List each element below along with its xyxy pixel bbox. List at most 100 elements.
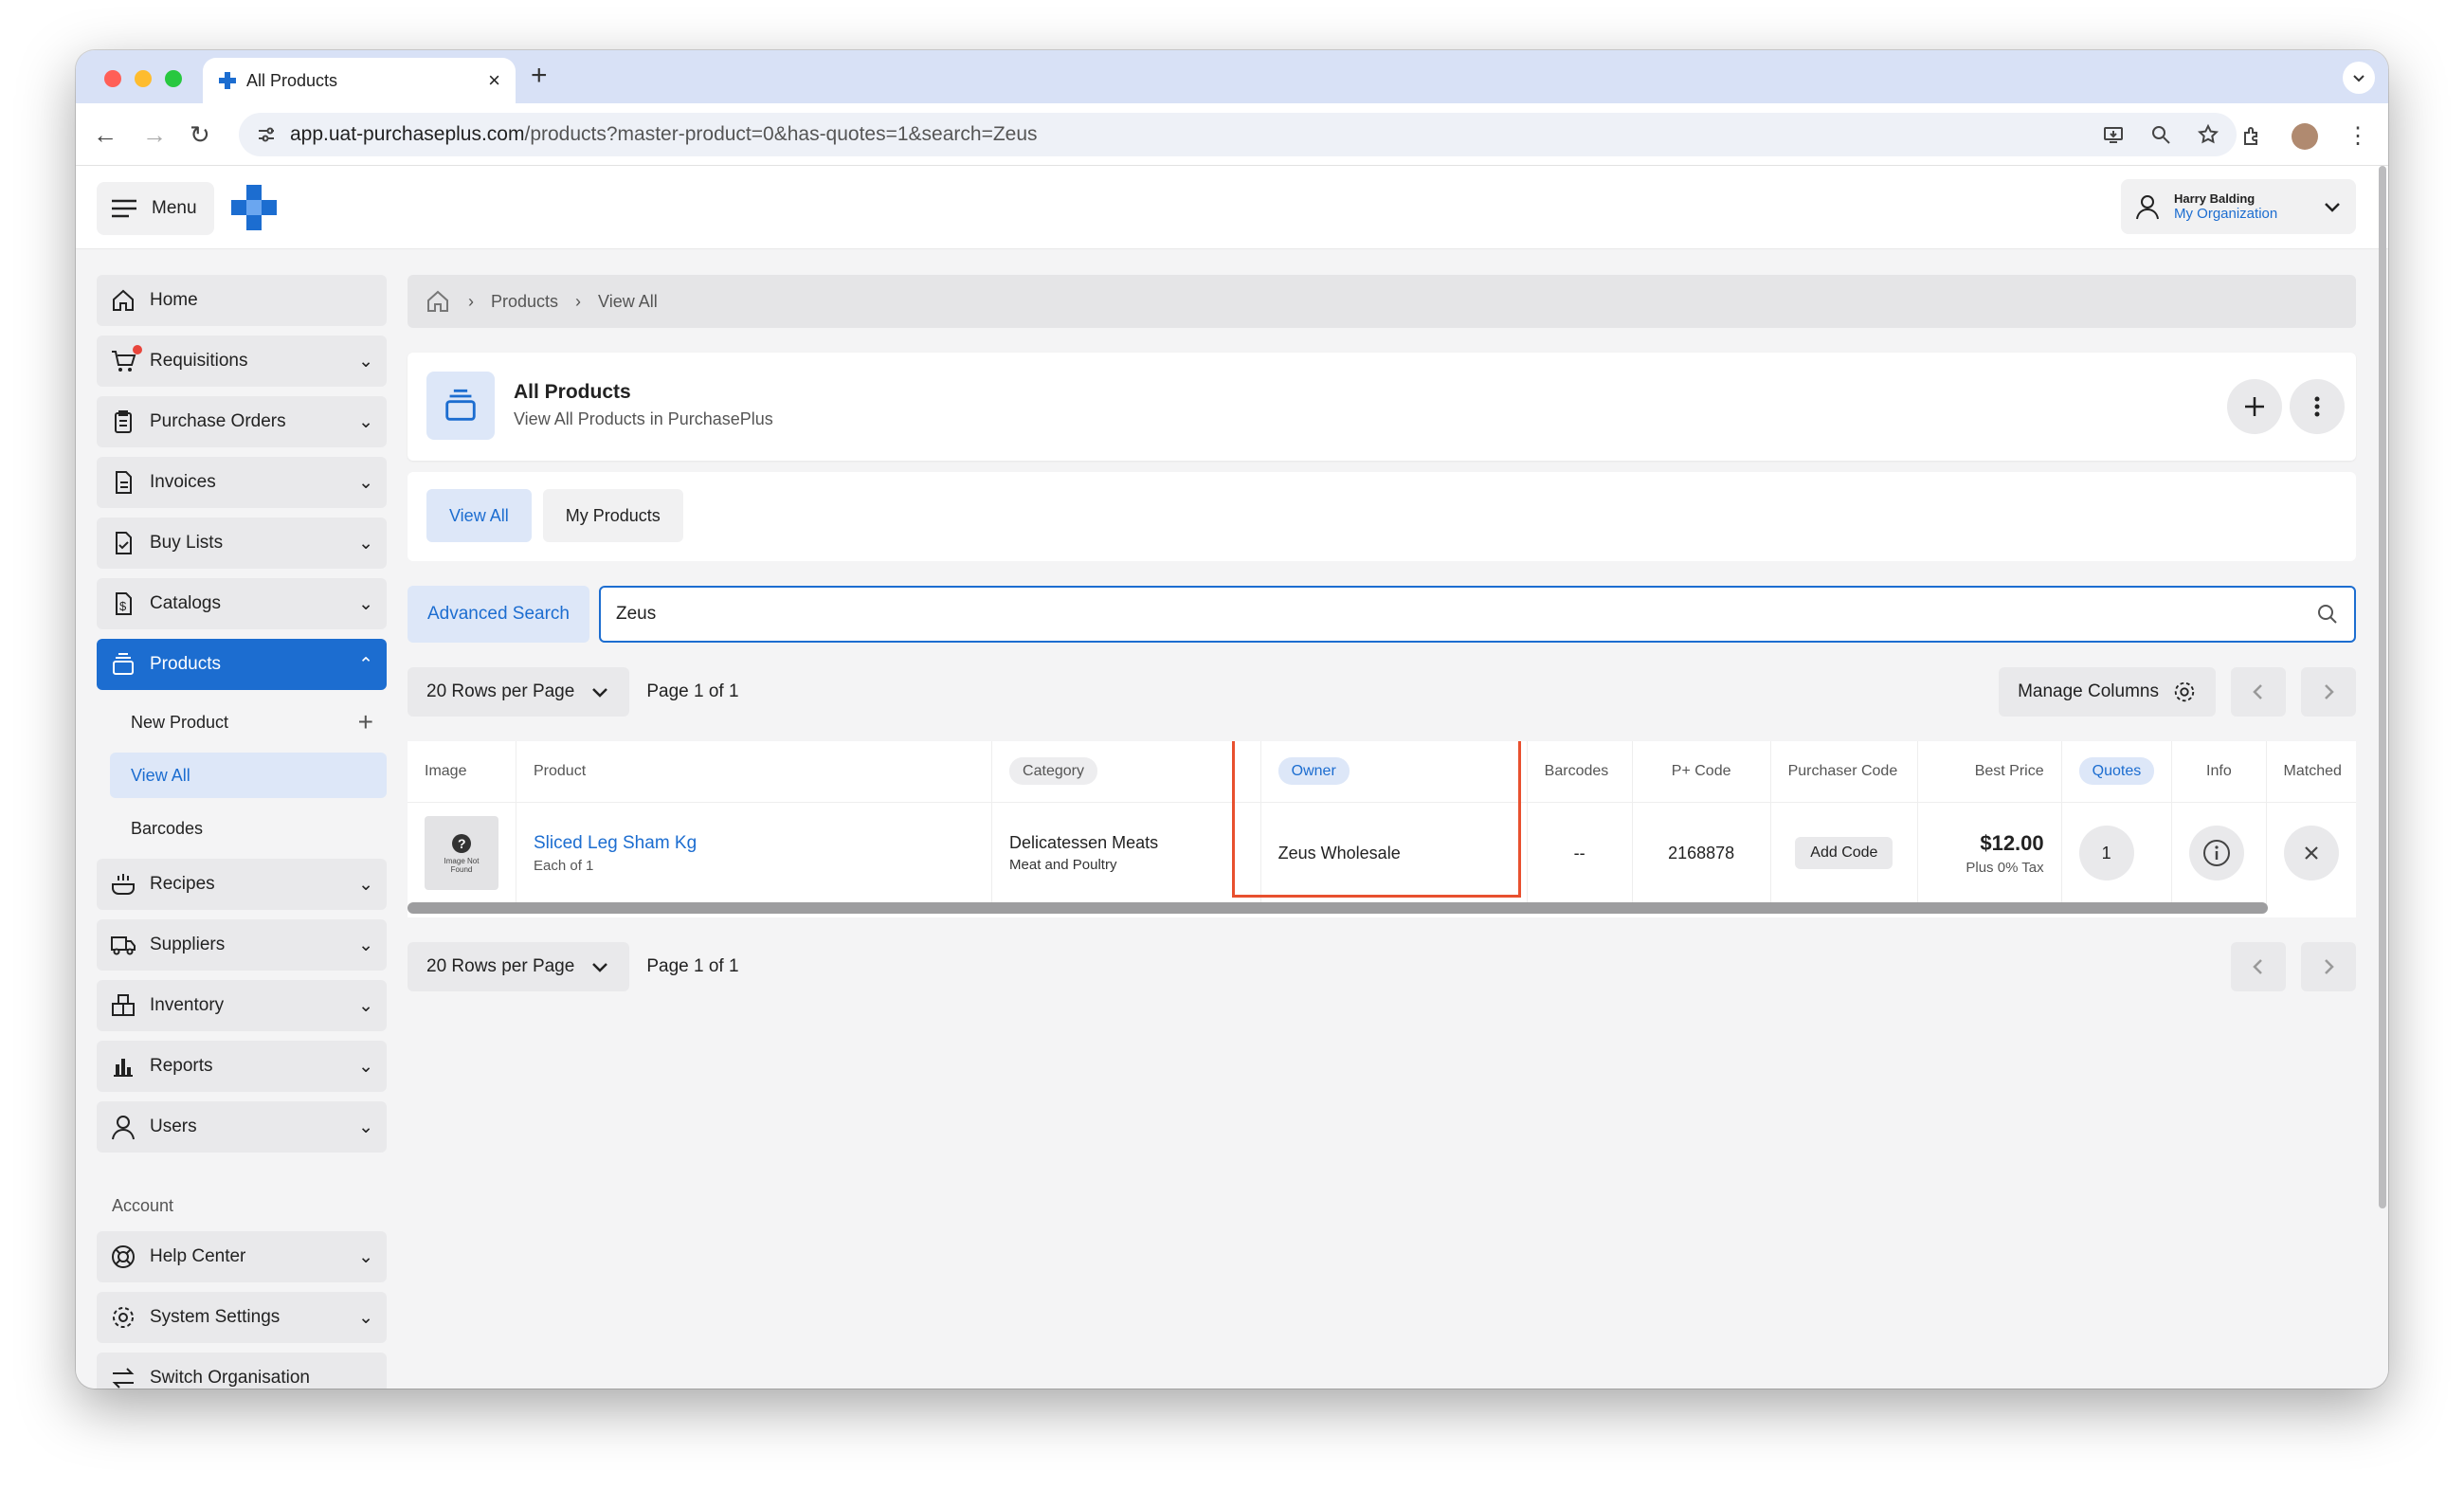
column-header-image[interactable]: Image: [408, 741, 516, 803]
purchaser-code-cell: Add Code: [1770, 802, 1919, 904]
page-subtitle: View All Products in PurchasePlus: [514, 409, 773, 428]
breadcrumb-separator-icon: ›: [575, 291, 582, 311]
product-name-link[interactable]: Sliced Leg Sham Kg: [534, 833, 974, 854]
user-menu-button[interactable]: Harry Balding My Organization: [2121, 179, 2356, 234]
previous-page-button[interactable]: [2231, 667, 2286, 717]
sidebar-subitem-barcodes[interactable]: Barcodes: [97, 806, 387, 851]
browser-window: All Products × + ← → ↻ app.uat-purchasep…: [76, 50, 2388, 1389]
sidebar-item-system-settings[interactable]: System Settings ⌄: [97, 1292, 387, 1343]
purchaseplus-logo[interactable]: [229, 183, 279, 232]
sidebar-item-label: System Settings: [150, 1307, 281, 1327]
sidebar-item-help-center[interactable]: Help Center ⌄: [97, 1231, 387, 1282]
breadcrumb-products[interactable]: Products: [491, 292, 558, 312]
add-code-button[interactable]: Add Code: [1795, 837, 1893, 870]
sidebar-item-purchase-orders[interactable]: Purchase Orders ⌄: [97, 396, 387, 447]
search-field[interactable]: [599, 586, 2356, 643]
plus-icon[interactable]: +: [358, 707, 373, 737]
more-options-button[interactable]: [2290, 379, 2345, 434]
add-product-button[interactable]: [2227, 379, 2282, 434]
reload-icon[interactable]: ↻: [190, 120, 210, 150]
plus-icon: [2245, 397, 2264, 416]
sidebar-item-products[interactable]: Products ⌃: [97, 639, 387, 690]
tab-view-all[interactable]: View All: [426, 489, 532, 542]
column-header-matched[interactable]: Matched: [2266, 741, 2356, 803]
advanced-search-button[interactable]: Advanced Search: [408, 586, 589, 643]
vertical-scrollbar[interactable]: [2377, 166, 2388, 1208]
hamburger-icon: [112, 199, 136, 218]
sidebar-item-requisitions[interactable]: Requisitions ⌄: [97, 336, 387, 387]
search-input[interactable]: [616, 604, 2316, 625]
back-icon[interactable]: ←: [93, 120, 118, 150]
rows-per-page-select[interactable]: 20 Rows per Page: [408, 667, 630, 717]
manage-columns-button[interactable]: Manage Columns: [1999, 667, 2216, 717]
unmatch-button[interactable]: [2283, 826, 2339, 881]
minimize-window-button[interactable]: [135, 70, 152, 87]
sidebar-item-home[interactable]: Home: [97, 275, 387, 326]
rows-per-page-label: 20 Rows per Page: [426, 956, 575, 976]
sidebar-item-catalogs[interactable]: $ Catalogs ⌄: [97, 578, 387, 629]
column-header-owner[interactable]: Owner: [1260, 741, 1528, 803]
quotes-count-button[interactable]: 1: [2078, 826, 2134, 881]
column-header-best-price[interactable]: Best Price: [1917, 741, 2062, 803]
sidebar-item-users[interactable]: Users ⌄: [97, 1101, 387, 1153]
column-header-pcode[interactable]: P+ Code: [1632, 741, 1771, 803]
user-icon: [2136, 195, 2159, 220]
tab-my-products[interactable]: My Products: [542, 489, 683, 542]
sidebar-item-recipes[interactable]: Recipes ⌄: [97, 859, 387, 910]
rows-per-page-select[interactable]: 20 Rows per Page: [408, 942, 630, 991]
previous-page-button[interactable]: [2231, 942, 2286, 991]
sidebar-item-invoices[interactable]: Invoices ⌄: [97, 457, 387, 508]
forward-icon[interactable]: →: [142, 120, 167, 150]
owner-cell: Zeus Wholesale: [1260, 802, 1528, 904]
address-bar[interactable]: app.uat-purchaseplus.com/products?master…: [239, 113, 2237, 156]
new-tab-icon[interactable]: +: [531, 60, 548, 92]
chevron-down-icon: ⌄: [358, 874, 373, 895]
sidebar-subitem-view-all[interactable]: View All: [110, 753, 387, 798]
column-header-category[interactable]: Category: [991, 741, 1261, 803]
browser-tab[interactable]: All Products ×: [203, 58, 516, 103]
sidebar-item-buy-lists[interactable]: Buy Lists ⌄: [97, 518, 387, 569]
sidebar-item-suppliers[interactable]: Suppliers ⌄: [97, 919, 387, 971]
close-window-button[interactable]: [104, 70, 121, 87]
menu-button[interactable]: Menu: [97, 182, 214, 235]
site-settings-icon[interactable]: [256, 124, 277, 145]
bookmark-star-icon[interactable]: [2197, 123, 2219, 146]
kebab-menu-icon[interactable]: ⋮: [2346, 122, 2369, 150]
info-button[interactable]: [2189, 826, 2245, 881]
next-page-button[interactable]: [2301, 942, 2356, 991]
column-header-purchaser-code[interactable]: Purchaser Code: [1770, 741, 1919, 803]
favicon-icon: [219, 72, 236, 89]
horizontal-scrollbar[interactable]: [408, 902, 2268, 914]
sidebar-item-inventory[interactable]: Inventory ⌄: [97, 980, 387, 1031]
sidebar-item-label: Help Center: [150, 1246, 246, 1266]
install-app-icon[interactable]: [2102, 123, 2125, 146]
info-icon: [2203, 840, 2231, 867]
sidebar-subitem-new-product[interactable]: New Product +: [97, 699, 387, 745]
close-tab-icon[interactable]: ×: [488, 68, 500, 93]
zoom-icon[interactable]: [2149, 123, 2172, 146]
page-header-card: All Products View All Products in Purcha…: [408, 353, 2356, 461]
table-row[interactable]: ? Image Not Found Sliced Leg Sham Kg Eac…: [408, 802, 2356, 904]
home-icon[interactable]: [425, 288, 451, 315]
menu-label: Menu: [152, 198, 197, 218]
sidebar-item-switch-organisation[interactable]: Switch Organisation: [97, 1353, 387, 1389]
tab-search-button[interactable]: [2343, 62, 2375, 94]
search-icon[interactable]: [2316, 603, 2339, 626]
sidebar-item-label: Catalogs: [150, 593, 221, 613]
column-header-product[interactable]: Product: [516, 741, 993, 803]
chevron-right-icon: [2325, 959, 2334, 974]
column-header-quotes[interactable]: Quotes: [2061, 741, 2173, 803]
profile-avatar[interactable]: [2292, 122, 2318, 150]
maximize-window-button[interactable]: [165, 70, 182, 87]
tax-note: Plus 0% Tax: [1966, 859, 2044, 876]
extensions-icon[interactable]: [2240, 125, 2263, 148]
image-not-found-text: Image Not Found: [444, 856, 480, 874]
chevron-down-icon: ⌄: [358, 995, 373, 1016]
sidebar-item-label: Home: [150, 290, 198, 310]
boxes-icon: [112, 994, 135, 1016]
next-page-button[interactable]: [2301, 667, 2356, 717]
chevron-down-icon: ⌄: [358, 1246, 373, 1267]
column-header-barcodes[interactable]: Barcodes: [1527, 741, 1633, 803]
column-header-info[interactable]: Info: [2171, 741, 2267, 803]
sidebar-item-reports[interactable]: Reports ⌄: [97, 1041, 387, 1092]
